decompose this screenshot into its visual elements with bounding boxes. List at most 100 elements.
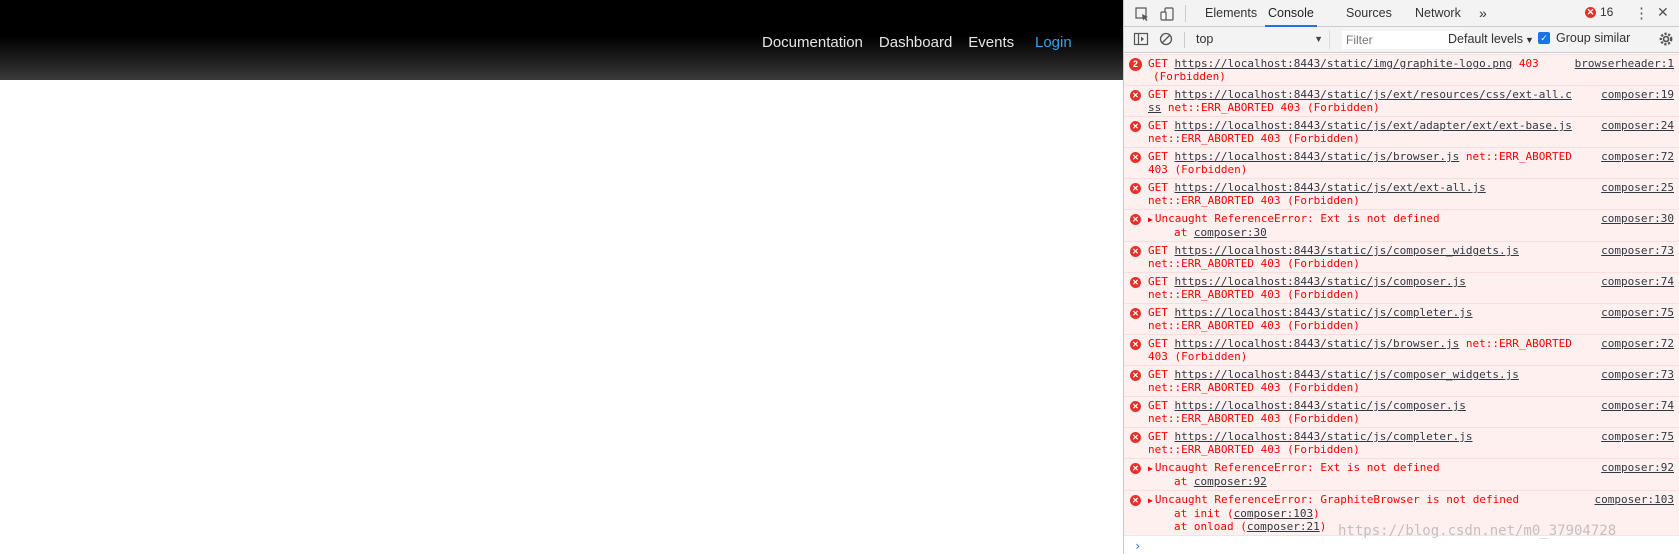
group-similar-checkbox[interactable]: ✓ Group similar	[1538, 31, 1630, 45]
error-icon: ✕	[1130, 463, 1141, 474]
expand-triangle-icon[interactable]: ▶	[1148, 464, 1153, 473]
request-method: GET	[1148, 368, 1168, 381]
request-method: GET	[1148, 430, 1168, 443]
console-error-message: ✕ composer:75 GET https://localhost:8443/s…	[1124, 427, 1679, 458]
status-text: net::ERR_ABORTED 403 (Forbidden)	[1148, 319, 1360, 332]
source-link[interactable]: composer:73	[1601, 368, 1674, 381]
nav-link-events[interactable]: Events	[968, 34, 1014, 51]
nav-link-login[interactable]: Login	[1035, 34, 1072, 51]
request-method: GET	[1148, 181, 1168, 194]
message-line-2: net::ERR_ABORTED 403 (Forbidden)	[1148, 381, 1674, 394]
message-line-2: (Forbidden)	[1148, 70, 1674, 83]
source-link[interactable]: composer:73	[1601, 244, 1674, 257]
close-devtools-icon[interactable]: ✕	[1657, 4, 1669, 21]
tab-network[interactable]: Network	[1415, 0, 1461, 27]
message-body: ▶ Uncaught ReferenceError: Ext is not def…	[1148, 461, 1674, 475]
tab-sources[interactable]: Sources	[1346, 0, 1392, 27]
filter-input[interactable]	[1342, 31, 1464, 49]
request-method: GET	[1148, 306, 1168, 319]
console-error-message: ✕ composer:24 GET https://localhost:8443/s…	[1124, 116, 1679, 147]
stack-frame-link[interactable]: composer:103	[1234, 507, 1313, 520]
source-link[interactable]: composer:75	[1601, 306, 1674, 319]
sidebar-toggle-icon[interactable]	[1133, 31, 1149, 47]
expand-triangle-icon[interactable]: ▶	[1148, 496, 1153, 505]
status-text: net::ERR_ABORTED 403 (Forbidden)	[1148, 288, 1360, 301]
request-method: GET	[1148, 275, 1168, 288]
error-count: 16	[1600, 5, 1614, 19]
source-link[interactable]: composer:30	[1601, 212, 1674, 225]
watermark-text: https://blog.csdn.net/m0_37904728	[1338, 523, 1617, 539]
request-method: GET	[1148, 119, 1168, 132]
request-url-link[interactable]: ss	[1148, 101, 1161, 114]
request-url-link[interactable]: https://localhost:8443/static/js/complet…	[1175, 430, 1473, 443]
log-levels-dropdown[interactable]: Default levels ▼	[1448, 32, 1534, 46]
nav-link-documentation[interactable]: Documentation	[762, 34, 863, 51]
console-error-message: ✕ composer:72 GET https://localhost:8443/s…	[1124, 147, 1679, 178]
expand-triangle-icon[interactable]: ▶	[1148, 215, 1153, 224]
stack-frame-prefix: at	[1174, 226, 1194, 239]
request-url-link[interactable]: https://localhost:8443/static/js/compose…	[1175, 399, 1466, 412]
error-icon: ✕	[1585, 6, 1596, 18]
stack-frame-link[interactable]: composer:30	[1194, 226, 1267, 239]
message-line-2: net::ERR_ABORTED 403 (Forbidden)	[1148, 443, 1674, 456]
message-line-2: 403 (Forbidden)	[1148, 350, 1674, 363]
console-error-message: ✕ composer:92 ▶ Uncaught ReferenceError: Ex…	[1124, 458, 1679, 490]
tab-elements[interactable]: Elements	[1205, 0, 1257, 27]
request-url-link[interactable]: https://localhost:8443/static/js/compose…	[1175, 275, 1466, 288]
source-link[interactable]: composer:72	[1601, 150, 1674, 163]
source-link[interactable]: browserheader:1	[1575, 57, 1674, 70]
error-icon: ✕	[1130, 90, 1141, 101]
group-similar-label: Group similar	[1556, 31, 1631, 45]
status-text: net::ERR_ABORTED 403 (Forbidden)	[1161, 101, 1380, 114]
console-error-message: ✕ composer:74 GET https://localhost:8443/s…	[1124, 272, 1679, 303]
nav-link-dashboard[interactable]: Dashboard	[879, 34, 952, 51]
source-link[interactable]: composer:24	[1601, 119, 1674, 132]
request-url-link[interactable]: https://localhost:8443/static/js/ext/res…	[1175, 88, 1572, 101]
source-link[interactable]: composer:25	[1601, 181, 1674, 194]
request-url-link[interactable]: https://localhost:8443/static/js/browser…	[1175, 150, 1460, 163]
request-url-link[interactable]: https://localhost:8443/static/img/graphi…	[1175, 57, 1513, 70]
console-error-message: ✕ composer:73 GET https://localhost:8443/s…	[1124, 241, 1679, 272]
console-error-message: ✕ composer:30 ▶ Uncaught ReferenceError: Ex…	[1124, 209, 1679, 241]
request-url-link[interactable]: https://localhost:8443/static/js/ext/ada…	[1175, 119, 1572, 132]
stack-frame: at composer:30	[1148, 226, 1674, 239]
source-link[interactable]: composer:74	[1601, 275, 1674, 288]
error-icon: ✕	[1130, 121, 1141, 132]
source-link[interactable]: composer:92	[1601, 461, 1674, 474]
error-text: Uncaught ReferenceError: Ext is not defi…	[1154, 461, 1440, 474]
message-body: GET https://localhost:8443/static/js/com…	[1148, 399, 1674, 412]
request-url-link[interactable]: https://localhost:8443/static/js/compose…	[1175, 244, 1519, 257]
message-line-2: net::ERR_ABORTED 403 (Forbidden)	[1148, 412, 1674, 425]
message-line-2: ss net::ERR_ABORTED 403 (Forbidden)	[1148, 101, 1674, 114]
stack-frame-prefix: at	[1174, 475, 1194, 488]
gear-icon[interactable]	[1658, 31, 1674, 47]
error-icon: ✕	[1130, 339, 1141, 350]
stack-frame-link[interactable]: composer:21	[1247, 520, 1320, 533]
stack-frame-prefix: at onload (	[1174, 520, 1247, 533]
more-tabs-icon[interactable]: »	[1479, 0, 1487, 27]
message-line-2: net::ERR_ABORTED 403 (Forbidden)	[1148, 288, 1674, 301]
clear-console-icon[interactable]	[1159, 32, 1173, 46]
devtools-menu-icon[interactable]: ⋮	[1634, 4, 1649, 22]
source-link[interactable]: composer:72	[1601, 337, 1674, 350]
inspect-element-icon[interactable]	[1134, 6, 1150, 22]
error-count-badge[interactable]: ✕ 16	[1585, 5, 1613, 19]
source-link[interactable]: composer:75	[1601, 430, 1674, 443]
tab-console[interactable]: Console	[1265, 0, 1317, 27]
source-link[interactable]: composer:74	[1601, 399, 1674, 412]
request-method: GET	[1148, 244, 1168, 257]
request-url-link[interactable]: https://localhost:8443/static/js/complet…	[1175, 306, 1473, 319]
message-body: GET https://localhost:8443/static/js/ext…	[1148, 181, 1674, 194]
top-navbar: Documentation Dashboard Events Login	[0, 0, 1123, 80]
request-url-link[interactable]: https://localhost:8443/static/js/ext/ext…	[1175, 181, 1486, 194]
chevron-down-icon: ▼	[1525, 35, 1534, 45]
request-url-link[interactable]: https://localhost:8443/static/js/compose…	[1175, 368, 1519, 381]
device-toolbar-icon[interactable]	[1159, 6, 1175, 22]
source-link[interactable]: composer:103	[1595, 493, 1674, 506]
request-url-link[interactable]: https://localhost:8443/static/js/browser…	[1175, 337, 1460, 350]
stack-frame: at init (composer:103)	[1148, 507, 1674, 520]
context-select[interactable]: top ▼	[1196, 30, 1330, 49]
stack-frame-link[interactable]: composer:92	[1194, 475, 1267, 488]
status-text: net::ERR_ABORTED	[1459, 150, 1572, 163]
source-link[interactable]: composer:19	[1601, 88, 1674, 101]
